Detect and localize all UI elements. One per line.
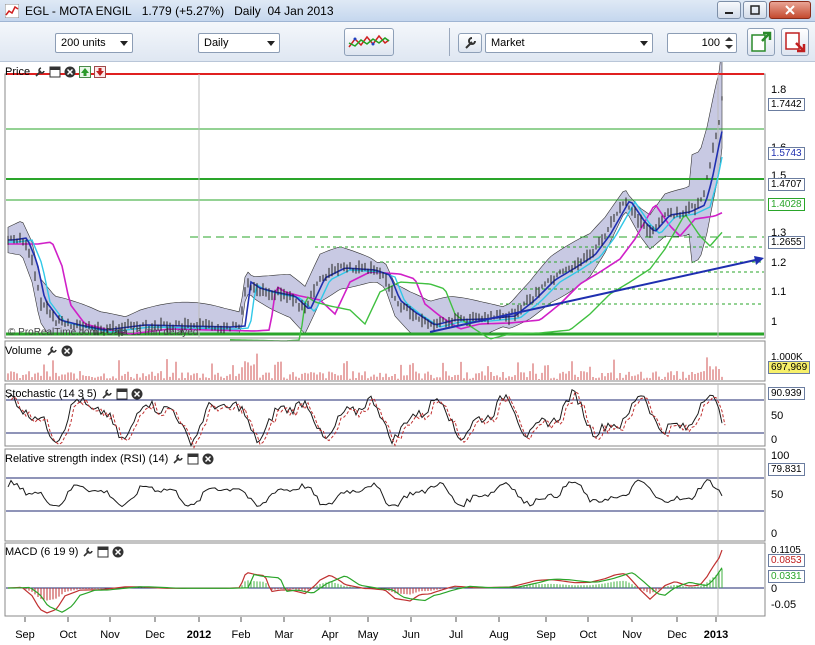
moving-average-cyan [8,156,723,333]
buy-button[interactable] [747,28,775,56]
price-panel: 1.81.71.61.51.31.21.11© ProRealTime.com … [4,62,786,342]
macd-signal-line [8,567,723,613]
macd-panel-header: MACD (6 19 9) [5,544,127,559]
app-chart-icon [5,3,19,18]
title-bar: EGL - MOTA ENGIL 1.779 (+5.27%) Daily 04… [0,0,815,22]
x-axis-label: Mar [275,629,294,641]
x-axis-label: Jul [449,629,463,641]
wrench-icon[interactable] [82,546,94,558]
price-tag: 1.7442 [768,98,805,111]
x-axis-label: Dec [145,629,165,641]
sell-button[interactable] [781,28,809,56]
x-axis-label: 2013 [704,629,728,641]
move-down-icon[interactable] [94,65,107,78]
close-panel-icon[interactable] [61,345,73,357]
x-axis: Sep Oct Nov Dec 2012 Feb Mar Apr May Jun Jul Aug Sep… [15,617,728,641]
close-panel-icon[interactable] [202,453,214,465]
close-button[interactable] [769,1,811,19]
wrench-icon[interactable] [101,388,113,400]
price-y-tick: 1.1 [771,286,786,298]
window-icon[interactable] [116,388,128,400]
toolbar-separator [449,28,455,56]
rsi-panel-header: Relative strength index (RSI) (14) [5,451,217,466]
price-y-tick: 1 [771,316,777,328]
price-y-tick: 1.8 [771,84,786,96]
price-tag: 1.5743 [768,147,805,160]
volume-tag: 697,969 [768,361,811,374]
watermark: © ProRealTime.com - Data 15 min delayed [8,327,198,338]
buy-icon [751,31,772,52]
indicators-icon [348,34,390,48]
x-axis-label: Oct [579,629,596,641]
wrench-icon[interactable] [34,66,46,78]
price-tag: 1.2655 [768,236,805,249]
close-panel-icon[interactable] [112,546,124,558]
price-tag: 1.4028 [768,198,805,211]
x-axis-label: Nov [622,629,642,641]
stochastic-panel-header: Stochastic (14 3 5) [5,386,146,401]
x-axis-label: 2012 [187,629,211,641]
x-axis-label: Apr [321,629,338,641]
rsi-y-tick: 50 [771,489,783,501]
stochastic-y-tick: 50 [771,410,783,422]
move-up-icon[interactable] [79,65,92,78]
volume-panel: 1.000K [4,340,803,382]
period-select[interactable]: Daily [198,33,280,53]
chevron-down-icon [120,41,128,46]
price-panel-border [4,73,766,339]
price-panel-header: Price [5,64,109,79]
volume-panel-header: Volume [5,343,76,358]
wrench-icon[interactable] [172,453,184,465]
rsi-line [7,479,723,508]
price-tag: 1.4707 [768,178,805,191]
minimize-button[interactable] [717,1,741,19]
chevron-down-icon [640,41,648,46]
close-panel-icon[interactable] [131,388,143,400]
stepper-arrows-icon [725,37,733,49]
order-type-select[interactable]: Market [485,33,653,53]
macd-line [7,549,723,614]
x-axis-label: Feb [232,629,251,641]
rsi-y-tick: 0 [771,528,777,540]
x-axis-label: Jun [402,629,420,641]
window-icon[interactable] [97,546,109,558]
minimize-icon [725,12,733,14]
close-panel-icon[interactable] [64,66,76,78]
window-icon[interactable] [49,66,61,78]
rsi-tag: 79.831 [768,463,805,476]
chevron-down-icon [267,41,275,46]
maximize-button[interactable] [743,1,767,19]
x-axis-label: Oct [59,629,76,641]
trendline [429,258,761,333]
sell-icon [785,32,806,53]
units-select[interactable]: 200 units [55,33,133,53]
stochastic-y-tick: 0 [771,434,777,446]
order-settings-button[interactable] [458,33,482,53]
x-axis-label: Sep [536,629,556,641]
macd-tag: 0.0853 [768,554,805,567]
x-axis-label: Sep [15,629,35,641]
maximize-icon [750,5,760,15]
window-icon[interactable] [187,453,199,465]
toolbar: 200 units Daily Market 100 [0,22,815,62]
macd-y-tick: 0 [771,583,777,595]
stochastic-tag: 90.939 [768,387,805,400]
indicators-button[interactable] [344,28,394,56]
price-y-tick: 1.2 [771,257,786,269]
window-title: EGL - MOTA ENGIL 1.779 (+5.27%) Daily 04… [25,3,334,18]
wrench-icon[interactable] [46,345,58,357]
close-icon [785,5,795,15]
quantity-stepper[interactable]: 100 [667,33,737,53]
trendline-arrow [754,256,764,265]
macd-y-tick: -0.05 [771,599,796,611]
x-axis-label: Dec [667,629,687,641]
x-axis-label: Aug [489,629,509,641]
macd-signal-tag: 0.0331 [768,570,805,583]
x-axis-label: May [358,629,379,641]
x-axis-label: Nov [100,629,120,641]
rsi-y-tick: 100 [771,450,789,462]
wrench-icon [465,37,476,49]
bollinger-band [7,62,723,335]
